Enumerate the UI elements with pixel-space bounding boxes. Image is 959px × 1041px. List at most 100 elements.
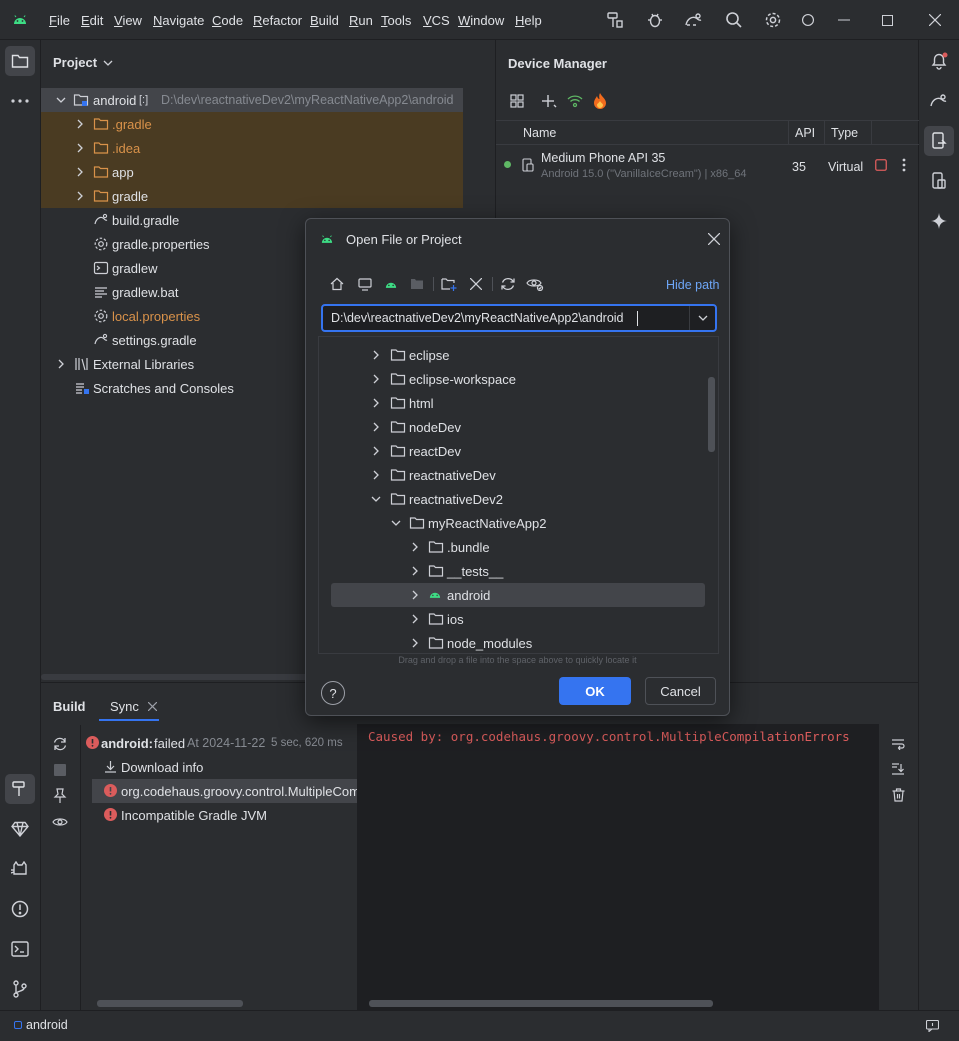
project-tool-icon[interactable]: [5, 46, 35, 76]
tree-item-gradle-dir[interactable]: .gradle: [41, 112, 463, 136]
path-input[interactable]: D:\dev\reactnativeDev2\myReactNativeApp2…: [331, 311, 624, 325]
folder-row-android-selected[interactable]: android: [331, 583, 705, 607]
project-view-selector[interactable]: Project: [53, 55, 113, 70]
build-item-gradle-jvm[interactable]: Incompatible Gradle JVM: [83, 803, 357, 827]
stop-build-icon[interactable]: [51, 761, 69, 779]
device-manager-tool-icon[interactable]: [924, 126, 954, 156]
build-item-groovy-error[interactable]: org.codehaus.groovy.control.MultipleComp…: [92, 779, 357, 803]
console-horizontal-scrollbar[interactable]: [369, 1000, 713, 1007]
pin-icon[interactable]: [51, 787, 69, 805]
firebase-icon[interactable]: [591, 92, 609, 110]
device-row[interactable]: Medium Phone API 35 Android 15.0 ("Vanil…: [496, 146, 919, 186]
refresh-icon[interactable]: [499, 275, 517, 293]
folder-row-bundle[interactable]: .bundle: [319, 535, 718, 559]
menu-help[interactable]: Help: [515, 13, 542, 28]
folder-row-eclipse-workspace[interactable]: eclipse-workspace: [319, 367, 718, 391]
gem-icon[interactable]: [5, 814, 35, 844]
menu-vcs[interactable]: VCS: [423, 13, 450, 28]
gemini-sparkle-icon[interactable]: [924, 206, 954, 236]
show-hidden-icon[interactable]: [525, 275, 545, 293]
folder-row-html[interactable]: html: [319, 391, 718, 415]
logcat-icon[interactable]: [5, 854, 35, 884]
cancel-button[interactable]: Cancel: [645, 677, 716, 705]
tree-root-android[interactable]: android [:] D:\dev\reactnativeDev2\myRea…: [41, 88, 463, 112]
search-icon[interactable]: [724, 10, 744, 30]
rerun-sync-icon[interactable]: [51, 735, 69, 753]
folder-row-tests[interactable]: __tests__: [319, 559, 718, 583]
desktop-icon[interactable]: [356, 275, 374, 293]
folder-row-nodedev[interactable]: nodeDev: [319, 415, 718, 439]
status-project-name[interactable]: android: [26, 1018, 68, 1032]
build-result-row[interactable]: android: failed At 2024-11-22 5 sec, 620…: [83, 731, 357, 755]
new-folder-icon[interactable]: [440, 275, 458, 293]
menu-navigate[interactable]: Navigate: [153, 13, 204, 28]
tree-item-app-dir[interactable]: app: [41, 160, 463, 184]
build-tree-scrollbar[interactable]: [97, 1000, 243, 1007]
stop-device-icon[interactable]: [874, 158, 888, 172]
android-project-icon[interactable]: [382, 275, 400, 293]
column-type[interactable]: Type: [831, 126, 858, 140]
folder-row-reactnativedev[interactable]: reactnativeDev: [319, 463, 718, 487]
build-console[interactable]: Caused by: org.codehaus.groovy.control.M…: [357, 724, 879, 1010]
menu-view[interactable]: View: [114, 13, 142, 28]
scroll-to-end-icon[interactable]: [889, 760, 907, 778]
column-name[interactable]: Name: [523, 126, 556, 140]
android-logo-icon[interactable]: [12, 12, 28, 28]
ok-button[interactable]: OK: [559, 677, 631, 705]
build-item-download-info[interactable]: Download info: [83, 755, 357, 779]
path-combobox[interactable]: D:\dev\reactnativeDev2\myReactNativeApp2…: [321, 304, 717, 332]
soft-wrap-icon[interactable]: [889, 735, 907, 753]
folder-row-ios[interactable]: ios: [319, 607, 718, 631]
menu-tools[interactable]: Tools: [381, 13, 411, 28]
chevron-down-icon[interactable]: [695, 311, 711, 325]
close-dialog-icon[interactable]: [706, 231, 722, 247]
minimize-icon[interactable]: [836, 12, 852, 28]
close-tab-icon[interactable]: [145, 699, 159, 713]
module-folder-disabled-icon[interactable]: [408, 275, 426, 293]
file-tree[interactable]: eclipse eclipse-workspace html nodeDev r…: [318, 336, 719, 654]
menu-refactor[interactable]: Refactor: [253, 13, 302, 28]
clear-trash-icon[interactable]: [889, 786, 907, 804]
problems-icon[interactable]: [5, 894, 35, 924]
eye-icon[interactable]: [51, 813, 69, 831]
terminal-icon[interactable]: [5, 934, 35, 964]
folder-row-reactnativedev2[interactable]: reactnativeDev2: [319, 487, 718, 511]
tree-item-idea-dir[interactable]: .idea: [41, 136, 463, 160]
folder-row-myreactnativeapp2[interactable]: myReactNativeApp2: [319, 511, 718, 535]
menu-window[interactable]: Window: [458, 13, 504, 28]
folder-row-eclipse[interactable]: eclipse: [319, 343, 718, 367]
folder-row-reactdev[interactable]: reactDev: [319, 439, 718, 463]
help-icon[interactable]: ?: [321, 681, 345, 705]
tab-build[interactable]: Build: [53, 699, 86, 714]
menu-code[interactable]: Code: [212, 13, 243, 28]
build-tool-icon[interactable]: [5, 774, 35, 804]
maximize-icon[interactable]: [879, 12, 895, 28]
column-api[interactable]: API: [795, 126, 815, 140]
event-log-icon[interactable]: [924, 1018, 940, 1034]
add-device-icon[interactable]: [540, 92, 558, 110]
tree-item-gradle-folder[interactable]: gradle: [41, 184, 463, 208]
git-branch-icon[interactable]: [5, 974, 35, 1004]
file-tree-scrollbar[interactable]: [708, 377, 715, 452]
copilot-icon[interactable]: [801, 10, 815, 30]
notifications-bell-icon[interactable]: [924, 46, 954, 76]
home-icon[interactable]: [330, 275, 344, 293]
debug-bug-icon[interactable]: [645, 10, 665, 30]
more-tools-icon[interactable]: [5, 86, 35, 116]
menu-file[interactable]: File: [49, 13, 70, 28]
hide-path-link[interactable]: Hide path: [666, 278, 720, 292]
folder-row-node-modules[interactable]: node_modules: [319, 631, 718, 653]
tab-sync[interactable]: Sync: [110, 699, 139, 714]
gradle-tool-icon[interactable]: [924, 86, 954, 116]
menu-edit[interactable]: Edit: [81, 13, 103, 28]
close-window-icon[interactable]: [927, 12, 943, 28]
more-actions-icon[interactable]: [898, 157, 910, 173]
menu-run[interactable]: Run: [349, 13, 373, 28]
settings-gear-icon[interactable]: [763, 10, 783, 30]
wifi-pair-icon[interactable]: [566, 92, 584, 110]
device-group-icon[interactable]: [508, 92, 526, 110]
running-devices-icon[interactable]: [924, 166, 954, 196]
build-hammer-icon[interactable]: [605, 10, 625, 30]
delete-icon[interactable]: [467, 275, 485, 293]
menu-build[interactable]: Build: [310, 13, 339, 28]
